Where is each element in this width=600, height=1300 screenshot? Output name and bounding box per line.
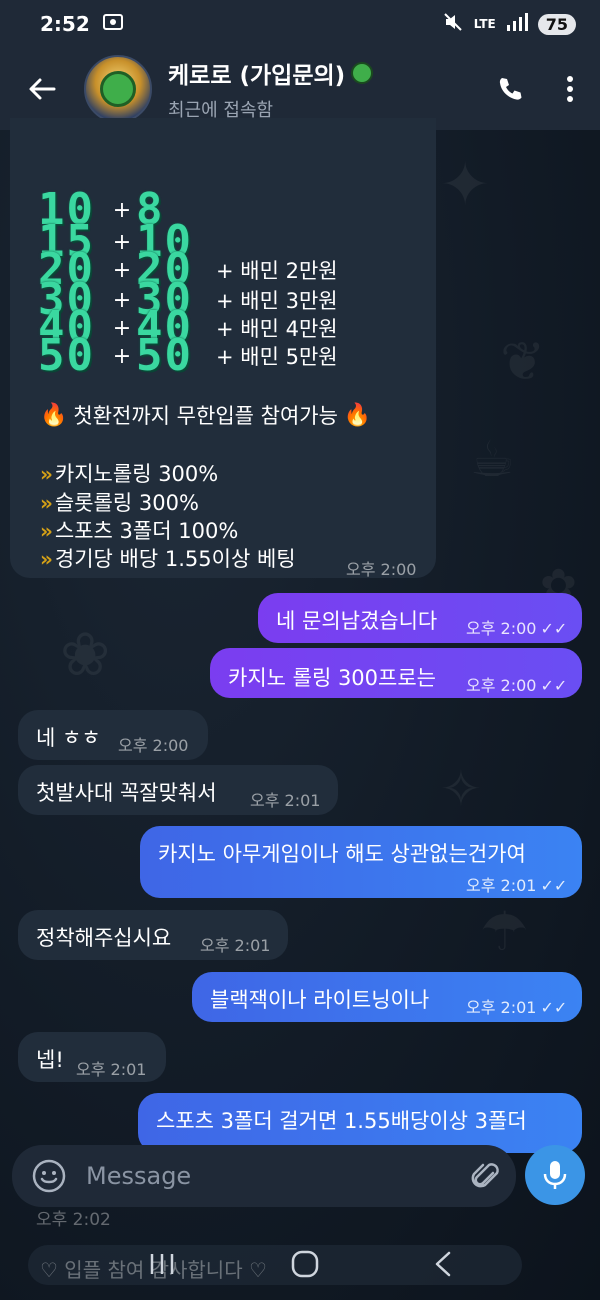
feature-item: » 경기당 배당 1.55이상 베팅 [40,543,296,573]
message-text: 카지노 아무게임이나 해도 상관없는건가여 [158,842,526,866]
bonus-amount: 50 [136,330,193,381]
message-time: 오후 2:01 [76,1060,147,1079]
message-text: 네 ㅎㅎ [36,726,101,750]
status-time: 2:52 [40,12,90,36]
double-check-icon: ✓✓ [540,998,568,1017]
double-check-icon: ✓✓ [540,619,568,638]
feature-text: 슬롯롤링 300% [54,491,199,515]
frog-logo-icon [100,71,136,107]
more-menu-button[interactable] [540,48,600,130]
double-chevron-icon: » [40,547,53,571]
incoming-message[interactable]: 첫발사대 꼭잘맞춰서 오후 2:01 [18,765,338,815]
message-time: 오후 2:01 [250,791,321,810]
double-chevron-icon: » [40,462,53,486]
feature-item: » 스포츠 3폴더 100% [40,515,238,545]
home-button[interactable] [290,1249,320,1283]
chevron-left-icon [436,1251,451,1277]
phone-icon [499,78,522,100]
outgoing-message[interactable]: 블랙잭이나 라이트닝이나 오후 2:01 ✓✓ [192,972,582,1022]
message-time: 오후 2:00 ✓✓ [466,619,568,638]
message-text: 카지노 롤링 300프로는 [228,666,436,690]
recent-apps-icon [150,1254,173,1274]
blue-fire-icon: 🔥 [343,402,372,428]
doodle-icon: ✧ [440,760,482,818]
blue-fire-icon: 🔥 [40,402,68,428]
feature-text: 카지노롤링 300% [54,462,219,486]
more-vertical-icon [567,76,573,102]
incoming-message[interactable]: 네 ㅎㅎ 오후 2:00 [18,710,208,760]
double-chevron-icon: » [40,519,53,543]
avatar[interactable] [84,55,152,123]
double-check-icon: ✓✓ [540,676,568,695]
doodle-icon: ☕ [470,430,515,488]
chat-title-area[interactable]: 케로로 (가입문의) 최근에 접속함 [168,56,480,122]
plus-sign: + [112,197,132,223]
system-back-button[interactable] [433,1250,453,1282]
plus-sign: + [112,257,132,283]
message-text: 넵! [36,1048,64,1072]
arrow-left-icon [29,78,56,100]
double-check-icon: ✓✓ [540,876,568,895]
deposit-amount: 50 [38,330,95,381]
network-label: LTE [473,17,496,31]
call-button[interactable] [480,48,540,130]
doodle-icon: ❦ [500,330,546,393]
mute-icon [442,11,464,38]
paperclip-icon [471,1163,499,1188]
double-chevron-icon: » [40,491,53,515]
attach-button[interactable] [456,1159,516,1193]
battery-badge: 75 [537,13,576,35]
plus-sign: + [112,343,132,369]
feature-text: 스포츠 3폴더 100% [54,519,239,543]
promo-headline-row: 🔥 첫환전까지 무한입플 참여가능 🔥 [40,400,371,430]
message-text: 정착해주십시요 [36,926,172,950]
feature-item: » 슬롯롤링 300% [40,487,199,517]
screen-record-icon [102,12,124,37]
extra-bonus: + 배민 5만원 [216,345,338,369]
doodle-icon: ✦ [440,150,491,220]
incoming-message[interactable]: 정착해주십시요 오후 2:01 [18,910,288,960]
message-time: 오후 2:00 ✓✓ [466,676,568,695]
doodle-icon: ❀ [60,620,111,690]
message-text: 네 문의남겼습니다 [276,609,438,633]
feature-item: » 카지노롤링 300% [40,458,218,488]
message-time: 오후 2:01 [200,936,271,955]
frog-emoji-icon [351,62,374,84]
message-time: 오후 2:00 [346,560,417,579]
smiley-icon [32,1159,66,1193]
feature-text: 경기당 배당 1.55이상 베팅 [54,547,296,571]
status-bar: 2:52 LTE 75 [0,0,600,48]
home-icon [291,1250,319,1278]
promo-headline: 첫환전까지 무한입플 참여가능 [73,404,338,428]
emoji-button[interactable] [12,1158,86,1194]
message-text: 첫발사대 꼭잘맞춰서 [36,781,217,805]
outgoing-message[interactable]: 카지노 아무게임이나 해도 상관없는건가여 오후 2:01 ✓✓ [140,826,582,898]
microphone-icon [543,1161,567,1189]
signal-icon [506,12,528,36]
outgoing-message[interactable]: 네 문의남겼습니다 오후 2:00 ✓✓ [258,593,582,643]
message-text: 스포츠 3폴더 걸거면 1.55배당이상 3폴더 [156,1109,527,1133]
incoming-message[interactable]: 넵! 오후 2:01 [18,1032,166,1082]
outgoing-message[interactable]: 스포츠 3폴더 걸거면 1.55배당이상 3폴더 [138,1093,582,1153]
message-time: 오후 2:01 ✓✓ [466,998,568,1017]
message-time: 오후 2:00 [118,736,189,755]
message-time: 오후 2:01 ✓✓ [466,876,568,895]
ghost-message-time: 오후 2:02 [36,1210,111,1230]
outgoing-message[interactable]: 카지노 롤링 300프로는 오후 2:00 ✓✓ [210,648,582,698]
doodle-icon: ☂ [480,900,529,963]
microphone-button[interactable] [525,1145,585,1205]
recent-apps-button[interactable] [147,1251,177,1281]
promo-row: 50 + 50 + 배민 5만원 [38,330,338,381]
message-text: 블랙잭이나 라이트닝이나 [210,988,430,1012]
message-input[interactable] [86,1162,456,1190]
message-input-bar [12,1145,516,1207]
chat-title: 케로로 (가입문의) [168,63,346,89]
system-nav-bar [0,1232,600,1300]
